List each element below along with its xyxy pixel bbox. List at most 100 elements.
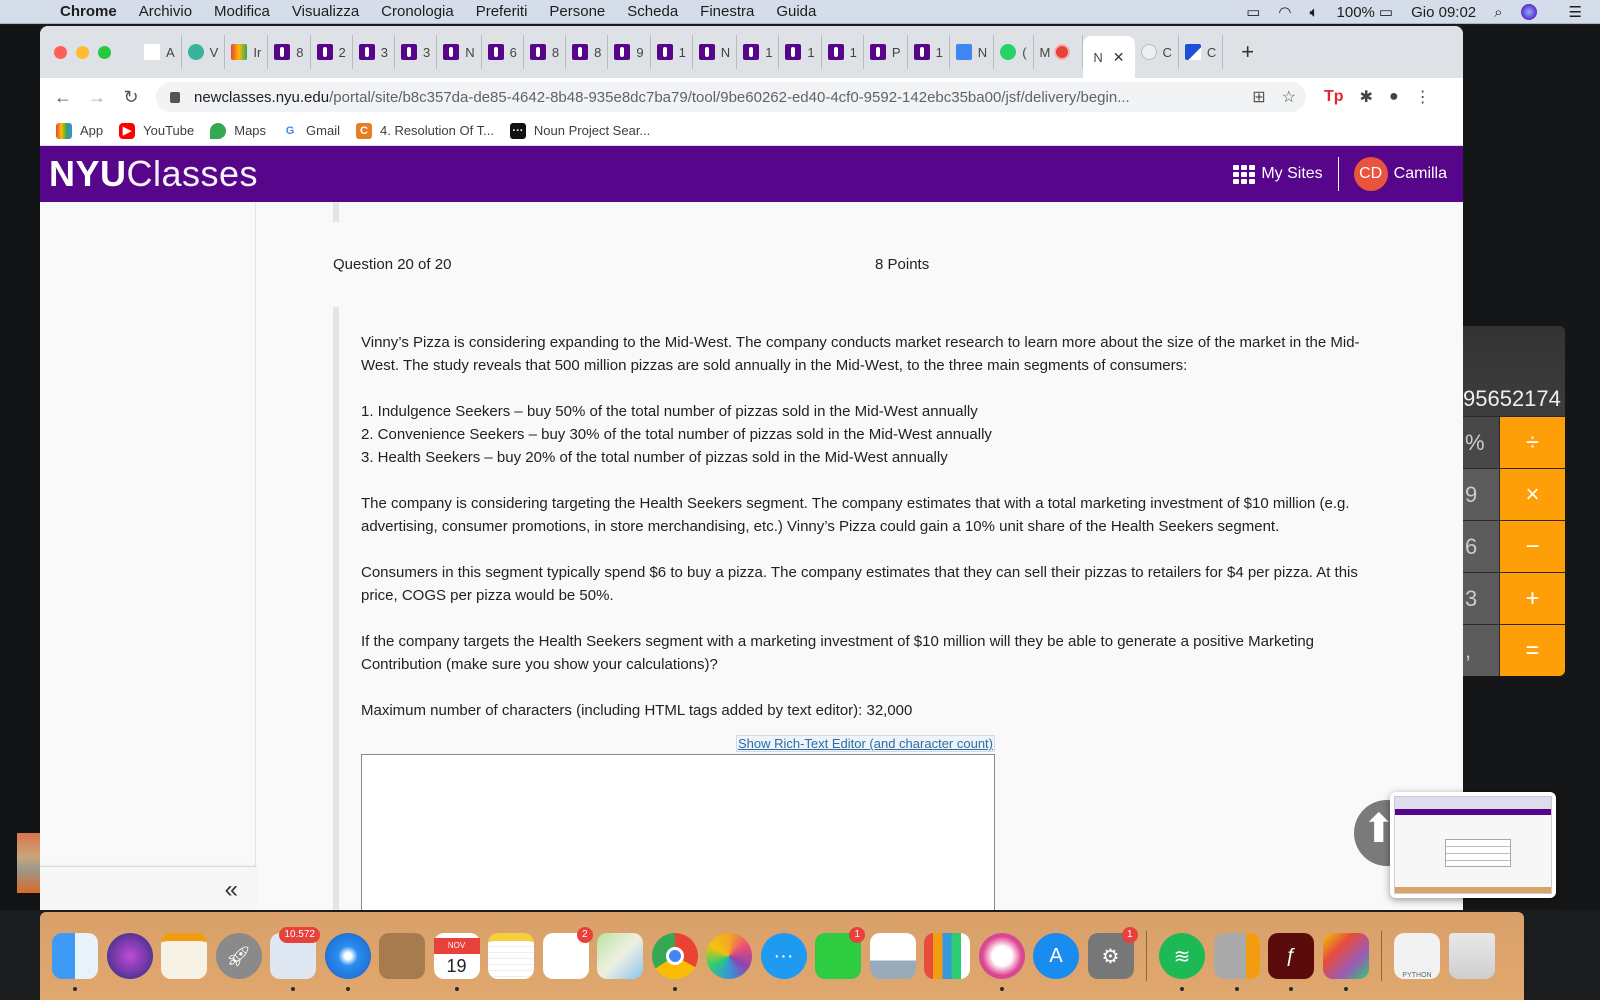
battery-icon[interactable]: ▭: [1379, 3, 1393, 21]
collapse-sidebar-button[interactable]: «: [40, 866, 256, 910]
calc-key-6[interactable]: 6: [1463, 521, 1499, 572]
desktop-image-thumbnail[interactable]: [17, 833, 40, 893]
bookmark-gmail[interactable]: G Gmail: [282, 122, 340, 139]
calc-key-9[interactable]: 9: [1463, 469, 1499, 520]
browser-tab[interactable]: M: [1034, 35, 1084, 69]
browser-tab-active[interactable]: N ✕: [1083, 36, 1135, 78]
menu-scheda[interactable]: Scheda: [627, 3, 678, 20]
menu-archivio[interactable]: Archivio: [139, 3, 192, 20]
profile-icon[interactable]: ●: [1389, 88, 1399, 106]
nyu-classes-logo[interactable]: NYUClasses: [49, 153, 258, 195]
extensions-puzzle-icon[interactable]: ✱: [1360, 87, 1373, 107]
menu-app-name[interactable]: Chrome: [60, 3, 117, 20]
new-tab-button[interactable]: +: [1241, 39, 1254, 65]
dock-app-store-icon[interactable]: A: [1033, 933, 1079, 979]
dock-calendar-icon[interactable]: NOV 19: [433, 933, 480, 991]
bookmark-maps[interactable]: Maps: [210, 122, 266, 139]
dock-siri-icon[interactable]: [106, 933, 153, 979]
menu-preferiti[interactable]: Preferiti: [476, 3, 528, 20]
close-window-button[interactable]: [54, 45, 67, 59]
calc-key-decimal[interactable]: ,: [1463, 625, 1499, 676]
dock-keynote-icon[interactable]: [869, 933, 916, 979]
calc-key-divide[interactable]: ÷: [1499, 417, 1565, 468]
dock-spotify-icon[interactable]: ≋: [1159, 933, 1205, 991]
dock-launchpad-icon[interactable]: 🚀︎: [215, 933, 262, 979]
dock-mail-icon[interactable]: 10.572: [270, 927, 320, 991]
my-sites-button[interactable]: My Sites: [1233, 165, 1323, 184]
zoom-window-button[interactable]: [98, 45, 111, 59]
minimize-window-button[interactable]: [76, 45, 89, 59]
calc-key-minus[interactable]: −: [1499, 521, 1565, 572]
user-menu[interactable]: CD Camilla: [1353, 157, 1447, 191]
dock-numbers-icon[interactable]: [924, 933, 970, 979]
dock-trash-icon[interactable]: [1448, 933, 1495, 979]
tp-extension-icon[interactable]: Tp: [1324, 88, 1344, 106]
browser-tab[interactable]: N: [437, 35, 482, 69]
calc-key-percent[interactable]: %: [1463, 417, 1499, 468]
forward-icon[interactable]: →: [80, 87, 114, 108]
calc-key-3[interactable]: 3: [1463, 573, 1499, 624]
browser-tab[interactable]: Ir: [225, 35, 269, 69]
battery-percent[interactable]: 100%: [1337, 4, 1375, 21]
dock-photos-icon[interactable]: [706, 933, 752, 979]
spotlight-search-icon[interactable]: ⌕: [1494, 4, 1502, 21]
bookmark-noun-project[interactable]: ··· Noun Project Sear...: [509, 122, 650, 139]
browser-tab[interactable]: C: [1179, 35, 1224, 69]
screenshot-preview-thumbnail[interactable]: [1390, 792, 1556, 898]
browser-tab[interactable]: N: [693, 35, 738, 69]
browser-tab[interactable]: 1: [822, 35, 864, 69]
dock-contacts-icon[interactable]: [379, 933, 425, 979]
browser-tab[interactable]: 3: [353, 35, 395, 69]
menu-cronologia[interactable]: Cronologia: [381, 3, 454, 20]
dock-grapher-icon[interactable]: [1322, 933, 1369, 991]
translate-icon[interactable]: ⊞: [1252, 87, 1265, 107]
dock-notes-icon[interactable]: [488, 933, 534, 979]
browser-tab[interactable]: 1: [779, 35, 822, 69]
dock-facetime-icon[interactable]: 1: [815, 927, 865, 979]
browser-tab[interactable]: V: [182, 35, 226, 69]
bookmark-star-icon[interactable]: ☆: [1282, 87, 1296, 107]
browser-tab[interactable]: 8: [566, 35, 609, 69]
close-tab-icon[interactable]: ✕: [1113, 49, 1125, 66]
address-bar[interactable]: newclasses.nyu.edu/portal/site/b8c357da-…: [156, 82, 1306, 112]
browser-tab[interactable]: N: [950, 35, 995, 69]
browser-tab[interactable]: 2: [311, 35, 353, 69]
chrome-menu-icon[interactable]: ⋮: [1415, 87, 1431, 107]
dock-maps-icon[interactable]: [597, 933, 643, 979]
wifi-icon[interactable]: ◠: [1278, 3, 1291, 21]
dock-python-document-icon[interactable]: PYTHON: [1394, 933, 1440, 979]
dock-calculator-icon[interactable]: [1213, 933, 1260, 991]
browser-tab[interactable]: 1: [737, 35, 780, 69]
dock-system-preferences-icon[interactable]: ⚙ 1: [1087, 927, 1138, 979]
dock-chrome-icon[interactable]: [651, 933, 698, 991]
answer-textarea[interactable]: [361, 754, 995, 910]
dock-finder-icon[interactable]: [52, 933, 98, 991]
siri-icon[interactable]: [1520, 4, 1537, 20]
dock-itunes-icon[interactable]: ♫: [978, 933, 1025, 991]
bookmark-apps[interactable]: App: [56, 122, 103, 139]
calc-key-equals[interactable]: =: [1499, 625, 1565, 676]
clock[interactable]: Gio 09:02: [1411, 4, 1476, 21]
show-rich-text-editor-link[interactable]: Show Rich-Text Editor (and character cou…: [361, 735, 995, 752]
bookmark-resolution[interactable]: C 4. Resolution Of T...: [355, 122, 494, 139]
browser-tab[interactable]: C: [1135, 35, 1179, 69]
browser-tab[interactable]: 1: [908, 35, 950, 69]
browser-tab[interactable]: 9: [608, 35, 651, 69]
dock-flash-icon[interactable]: ƒ: [1268, 933, 1314, 991]
dock-reminders-icon[interactable]: 2: [542, 927, 593, 979]
dock-messages-icon[interactable]: ···: [760, 933, 807, 979]
menu-persone[interactable]: Persone: [549, 3, 605, 20]
calc-key-multiply[interactable]: ×: [1499, 469, 1565, 520]
dock-safari-icon[interactable]: [324, 933, 371, 991]
volume-icon[interactable]: 🔈︎: [1310, 4, 1319, 21]
browser-tab[interactable]: 6: [482, 35, 524, 69]
notification-center-icon[interactable]: ☰: [1569, 3, 1582, 21]
menu-finestra[interactable]: Finestra: [700, 3, 754, 20]
menu-modifica[interactable]: Modifica: [214, 3, 270, 20]
calc-key-plus[interactable]: +: [1499, 573, 1565, 624]
dock-pages-icon[interactable]: [161, 933, 207, 979]
menu-guida[interactable]: Guida: [776, 3, 816, 20]
browser-tab[interactable]: 1: [651, 35, 693, 69]
back-icon[interactable]: ←: [46, 87, 80, 108]
airplay-icon[interactable]: ▭: [1246, 3, 1260, 21]
